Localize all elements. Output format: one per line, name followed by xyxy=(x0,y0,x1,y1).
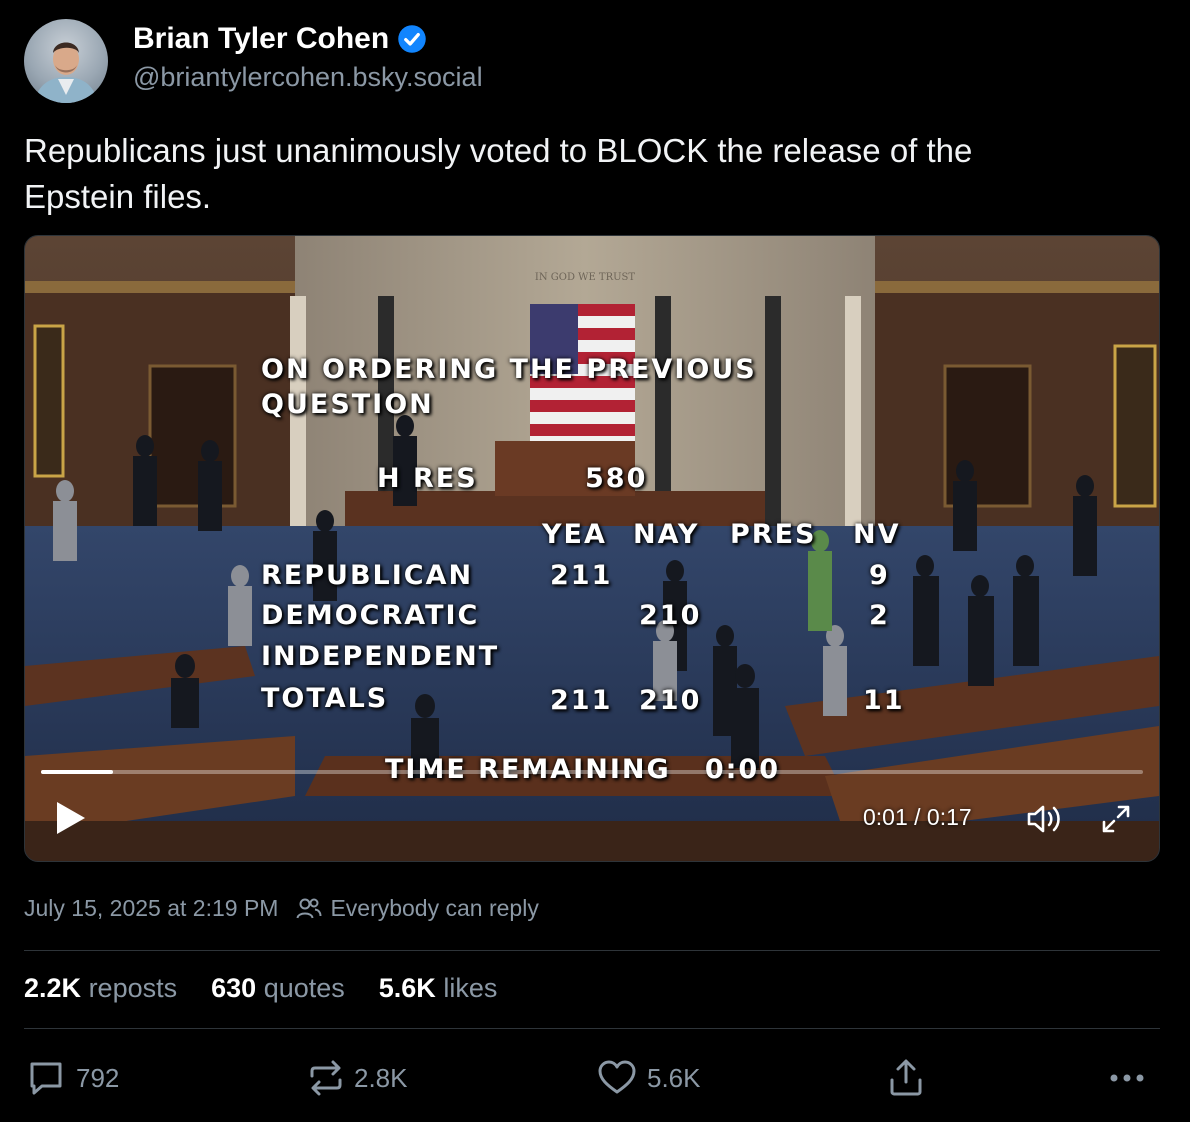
repost-icon xyxy=(310,1060,342,1096)
quotes-count: 630 xyxy=(211,973,257,1003)
share-icon xyxy=(890,1059,922,1096)
measure-label: H RES xyxy=(377,463,478,494)
democratic-nay: 210 xyxy=(639,600,702,631)
quotes-stat[interactable]: 630 quotes xyxy=(211,973,345,1004)
author-handle[interactable]: @briantylercohen.bsky.social xyxy=(133,62,483,93)
post-text-line: Epstein files. xyxy=(24,178,212,215)
more-options-icon xyxy=(1110,1074,1144,1082)
repost-count: 2.8K xyxy=(354,1062,408,1093)
video-progress-bar[interactable] xyxy=(41,770,1143,774)
likes-label: likes xyxy=(443,973,498,1003)
reply-setting-label: Everybody can reply xyxy=(330,895,539,921)
avatar-portrait xyxy=(34,42,98,103)
column-nay: NAY xyxy=(633,519,700,550)
author-name-row[interactable]: Brian Tyler Cohen xyxy=(133,22,427,56)
play-icon[interactable] xyxy=(51,798,91,838)
display-name[interactable]: Brian Tyler Cohen xyxy=(133,22,389,56)
post-text-line: Republicans just unanimously voted to BL… xyxy=(24,132,973,169)
reply-count: 792 xyxy=(76,1062,120,1093)
post-timestamp[interactable]: July 15, 2025 at 2:19 PM xyxy=(24,895,278,922)
video-time-readout: 0:01 / 0:17 xyxy=(863,804,972,830)
column-yea: YEA xyxy=(542,519,607,550)
likes-count: 5.6K xyxy=(378,973,436,1003)
post-meta-row: July 15, 2025 at 2:19 PM Everybody can r… xyxy=(24,895,539,922)
divider xyxy=(24,950,1160,951)
republican-nv: 9 xyxy=(869,560,890,591)
fullscreen-icon[interactable] xyxy=(1099,802,1133,836)
row-democratic: DEMOCRATIC xyxy=(261,600,480,631)
divider xyxy=(24,1028,1160,1029)
people-icon xyxy=(296,898,322,918)
video-progress-fill xyxy=(41,770,113,774)
verified-badge-icon xyxy=(398,25,426,53)
reposts-count: 2.2K xyxy=(24,973,82,1003)
likes-stat[interactable]: 5.6K likes xyxy=(379,973,498,1004)
row-republican: REPUBLICAN xyxy=(261,560,474,591)
post-actions: 792 2.8K 5.6K xyxy=(0,1058,1190,1098)
avatar[interactable] xyxy=(24,19,108,103)
column-nv: NV xyxy=(853,519,901,550)
video-player[interactable]: IN GOD WE TRUST ON ORDERING THE PREVIOUS… xyxy=(24,235,1160,862)
post-text: Republicans just unanimously voted to BL… xyxy=(24,128,1134,220)
like-count: 5.6K xyxy=(647,1062,701,1093)
vote-title-line1: ON ORDERING THE PREVIOUS xyxy=(261,354,757,385)
republican-yea: 211 xyxy=(550,560,613,591)
totals-yea: 211 xyxy=(550,685,613,716)
vote-title-line2: QUESTION xyxy=(261,389,434,420)
row-totals: TOTALS xyxy=(261,683,389,714)
totals-nv: 11 xyxy=(863,685,905,716)
quotes-label: quotes xyxy=(263,973,345,1003)
more-options-button[interactable] xyxy=(1108,1058,1148,1098)
post-stats: 2.2K reposts 630 quotes 5.6K likes xyxy=(24,973,497,1004)
like-button[interactable]: 5.6K xyxy=(597,1058,701,1098)
row-independent: INDEPENDENT xyxy=(261,641,500,672)
reposts-stat[interactable]: 2.2K reposts xyxy=(24,973,177,1004)
measure-number: 580 xyxy=(585,463,648,494)
repost-button[interactable]: 2.8K xyxy=(308,1058,408,1098)
heart-icon xyxy=(598,1060,636,1094)
reply-setting[interactable]: Everybody can reply xyxy=(296,895,539,922)
reposts-label: reposts xyxy=(88,973,178,1003)
democratic-nv: 2 xyxy=(869,600,890,631)
totals-nay: 210 xyxy=(639,685,702,716)
reply-button[interactable]: 792 xyxy=(26,1058,119,1098)
share-button[interactable] xyxy=(886,1058,926,1098)
volume-icon[interactable] xyxy=(1025,802,1065,836)
column-pres: PRES xyxy=(730,519,817,550)
reply-icon xyxy=(30,1062,62,1095)
motto-inscription: IN GOD WE TRUST xyxy=(535,272,635,283)
